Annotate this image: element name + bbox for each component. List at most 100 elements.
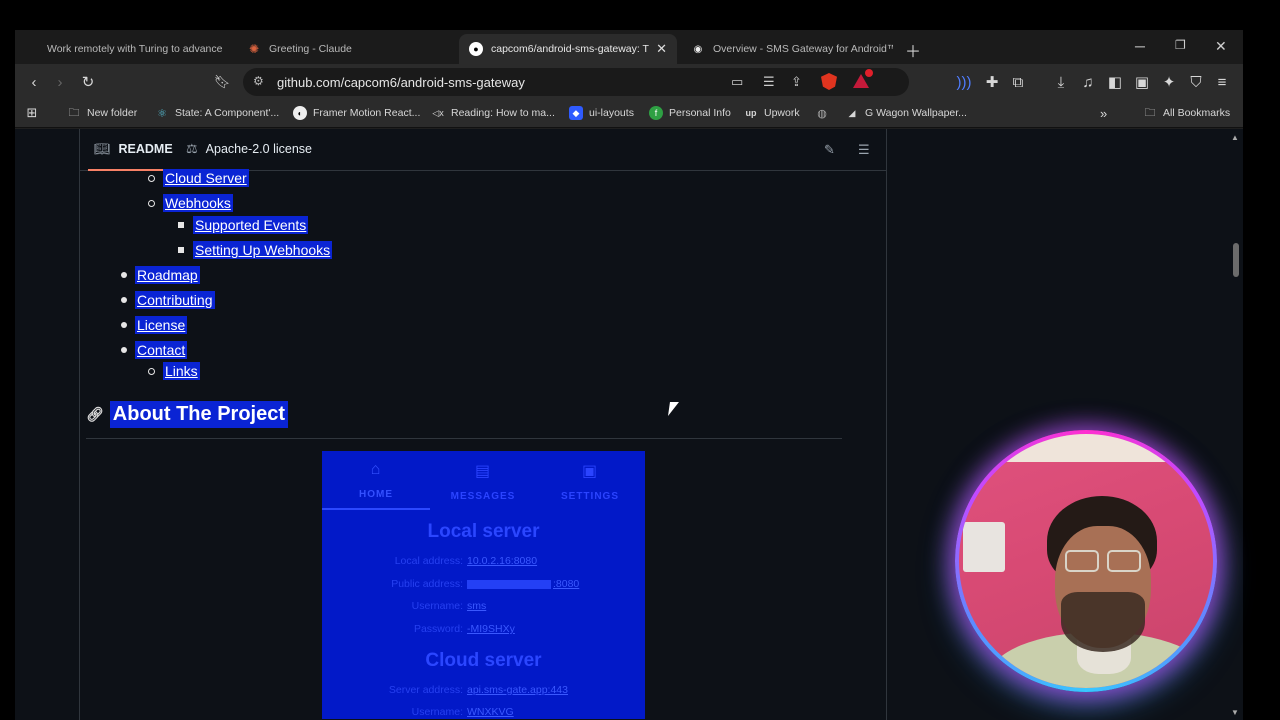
react-icon: ⚛: [157, 107, 167, 120]
folder-icon: 🗀︎: [68, 106, 80, 119]
cloud-username-row: Username: WNXKVG: [411, 706, 514, 718]
cloud-server-title: Cloud server: [425, 650, 542, 671]
toc-link[interactable]: Roadmap: [135, 266, 200, 284]
readme-header: 📖︎ README ⚖ Apache-2.0 license ✎ ☰: [80, 129, 886, 171]
bookmark-page-icon[interactable]: 🔖︎: [213, 73, 231, 91]
tab-sms-gateway[interactable]: ◉ Overview - SMS Gateway for Android™: [681, 34, 903, 64]
tab-github[interactable]: ● capcom6/android-sms-gateway: T ✕: [459, 34, 677, 64]
tab-title: capcom6/android-sms-gateway: T: [491, 43, 649, 55]
app-nav-home: ⌂ HOME: [322, 461, 430, 500]
new-tab-icon[interactable]: ＋: [905, 38, 921, 62]
folder-icon: 🗀︎: [1144, 106, 1156, 119]
app-nav: ⌂ HOME ▤ MESSAGES ▣ SETTINGS: [322, 451, 645, 510]
share-icon[interactable]: ⇪: [791, 74, 802, 90]
apps-grid-icon[interactable]: ⊞: [25, 105, 45, 120]
edit-pencil-icon[interactable]: ✎: [824, 142, 835, 158]
bookmark-framer-motion[interactable]: ◐ Framer Motion React...: [293, 106, 420, 120]
tab-bar: Work remotely with Turing to advance ✺ G…: [15, 30, 1243, 64]
ui-layouts-icon: ◆: [569, 106, 583, 120]
framer-icon: ◐: [293, 106, 307, 120]
bookmark-new-folder[interactable]: 🗀︎ New folder: [67, 106, 138, 120]
address-toolbar: ‹ › ↻ 🔖︎ ⚙ github.com/capcom6/android-sm…: [15, 64, 1243, 100]
tab-claude[interactable]: ✺ Greeting - Claude: [237, 34, 457, 64]
more-bookmarks-icon[interactable]: »: [1100, 106, 1107, 121]
toc-item-setting-up-webhooks[interactable]: Setting Up Webhooks: [178, 241, 333, 259]
toc-link[interactable]: Setting Up Webhooks: [193, 241, 333, 259]
forward-icon[interactable]: ›: [51, 73, 69, 91]
toc-link[interactable]: Links: [163, 362, 200, 380]
toc-link[interactable]: Contact: [135, 341, 188, 359]
minimize-icon[interactable]: ─: [1135, 38, 1145, 54]
reader-mode-icon[interactable]: ☰: [763, 74, 775, 90]
bookmark-globe[interactable]: ◍: [815, 106, 835, 120]
github-icon: ●: [469, 42, 483, 56]
outline-list-icon[interactable]: ☰: [858, 142, 870, 158]
bookmark-ui-layouts[interactable]: ◆ ui-layouts: [569, 106, 634, 120]
site-settings-icon[interactable]: ⚙: [253, 74, 264, 88]
webcam-person-image: [959, 434, 1213, 688]
tab-title: Greeting - Claude: [269, 43, 352, 55]
reading-icon: ◁x: [432, 107, 444, 118]
tab-license[interactable]: ⚖ Apache-2.0 license: [186, 141, 312, 157]
toc-item-supported-events[interactable]: Supported Events: [178, 216, 309, 234]
toc-item-links[interactable]: Links: [148, 362, 200, 380]
tab-title: Work remotely with Turing to advance: [47, 43, 223, 55]
toc-item-roadmap[interactable]: Roadmap: [121, 266, 200, 284]
close-tab-icon[interactable]: ✕: [656, 41, 667, 57]
username-row: Username: sms: [411, 600, 487, 612]
all-bookmarks[interactable]: 🗀︎ All Bookmarks: [1143, 106, 1231, 120]
webcam-overlay: [955, 430, 1217, 692]
toc-item-cloud-server[interactable]: Cloud Server: [148, 169, 249, 187]
scroll-up-icon[interactable]: ▲: [1231, 133, 1239, 142]
upwork-icon: up: [745, 108, 757, 118]
vpn-icon[interactable]: ⛉: [1187, 73, 1205, 91]
screenshot-icon[interactable]: ⧉: [1009, 73, 1027, 91]
local-address-row: Local address: 10.0.2.16:8080: [394, 555, 538, 567]
restore-icon[interactable]: ❐: [1175, 38, 1186, 52]
menu-icon[interactable]: ≡: [1213, 73, 1231, 91]
extensions-icon[interactable]: ✚: [983, 73, 1001, 91]
app-nav-messages: ▤ MESSAGES: [429, 461, 537, 502]
media-icon[interactable]: ♫: [1079, 73, 1097, 91]
toc-link[interactable]: Webhooks: [163, 194, 233, 212]
android-icon: ◉: [693, 43, 703, 55]
toc-link[interactable]: Contributing: [135, 291, 215, 309]
toc-item-contributing[interactable]: Contributing: [121, 291, 215, 309]
bookmark-state[interactable]: ⚛ State: A Component'...: [155, 106, 279, 120]
bookmark-g-wagon[interactable]: ◢ G Wagon Wallpaper...: [845, 106, 967, 120]
app-screenshot-image: ⌂ HOME ▤ MESSAGES ▣ SETTINGS Local server L…: [322, 451, 645, 719]
close-window-icon[interactable]: ✕: [1215, 38, 1227, 55]
bookmark-upwork[interactable]: up Upwork: [744, 106, 800, 120]
scroll-down-icon[interactable]: ▼: [1231, 708, 1239, 717]
password-row: Password: -MI9SHXy: [413, 623, 515, 635]
wallet-signal-icon[interactable]: ))): [955, 73, 973, 91]
page-scrollbar[interactable]: ▲ ▼: [1229, 133, 1241, 720]
toc-link[interactable]: Supported Events: [193, 216, 309, 234]
wallet-icon[interactable]: ▣: [1133, 73, 1151, 91]
personal-info-icon: f: [649, 106, 663, 120]
address-bar[interactable]: ⚙ github.com/capcom6/android-sms-gateway…: [243, 68, 909, 96]
sidebar-icon[interactable]: ◧: [1106, 73, 1124, 91]
bookmark-personal-info[interactable]: f Personal Info: [649, 106, 731, 120]
tab-turing[interactable]: Work remotely with Turing to advance: [37, 34, 237, 64]
toc-item-webhooks[interactable]: Webhooks: [148, 194, 233, 212]
home-icon: ⌂: [370, 461, 382, 478]
url-text: github.com/capcom6/android-sms-gateway: [277, 75, 525, 90]
readme-panel: 📖︎ README ⚖ Apache-2.0 license ✎ ☰ Cloud…: [79, 129, 887, 720]
anchor-link-icon[interactable]: 🔗︎: [86, 406, 104, 423]
section-heading: 🔗︎ About The Project: [86, 401, 289, 428]
toc-item-contact[interactable]: Contact: [121, 341, 188, 359]
toc-link[interactable]: Cloud Server: [163, 169, 249, 187]
tab-readme[interactable]: 📖︎ README: [88, 141, 179, 171]
local-server-title: Local server: [427, 521, 540, 542]
reload-icon[interactable]: ↻: [79, 73, 97, 91]
toc-link[interactable]: License: [135, 316, 188, 334]
back-icon[interactable]: ‹: [25, 73, 43, 91]
download-icon[interactable]: ⤓: [1052, 73, 1070, 91]
cast-icon[interactable]: ▭: [731, 74, 743, 90]
leo-ai-icon[interactable]: ✦: [1160, 73, 1178, 91]
toc-item-license[interactable]: License: [121, 316, 188, 334]
heading-divider: [86, 438, 842, 439]
bookmark-reading[interactable]: ◁x Reading: How to ma...: [431, 106, 555, 120]
scrollbar-thumb[interactable]: [1233, 243, 1239, 277]
